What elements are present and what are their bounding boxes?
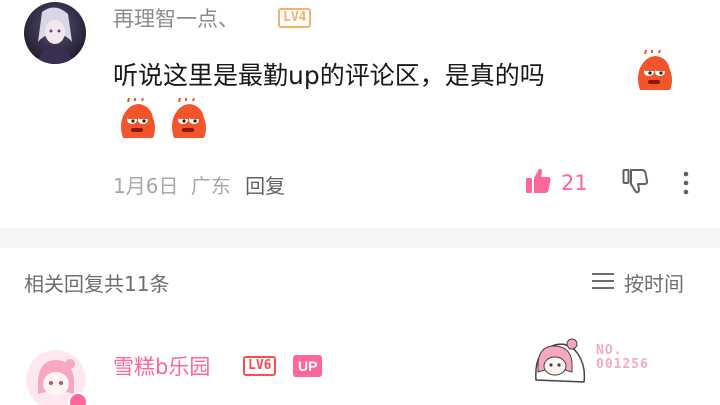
comment-meta: 1月6日 广东 回复 <box>113 170 285 199</box>
sort-by-time-button[interactable]: 按时间 <box>592 268 684 297</box>
reply-button[interactable]: 回复 <box>245 174 285 198</box>
thumbs-up-icon <box>523 166 553 200</box>
sticker-emoji <box>115 97 159 142</box>
like-count: 21 <box>561 171 588 195</box>
sticker-emoji <box>166 97 210 142</box>
like-button[interactable]: 21 <box>523 166 588 200</box>
more-options-icon[interactable] <box>680 170 692 200</box>
fan-number: NO. 001256 <box>596 344 649 372</box>
sticker-emoji <box>632 49 676 94</box>
thumbs-down-icon[interactable] <box>620 166 650 200</box>
replies-count-header: 相关回复共11条 <box>24 272 170 296</box>
level-badge: LV4 <box>278 8 312 28</box>
comment-location: 广东 <box>190 174 231 198</box>
fan-medal-image <box>528 332 598 392</box>
reply-username[interactable]: 雪糕b乐园 <box>113 351 210 381</box>
comment-text: 听说这里是最勤up的评论区，是真的吗 <box>113 61 545 90</box>
reply-avatar-badge <box>68 392 88 405</box>
sort-lines-icon <box>592 271 614 295</box>
fan-number-value: 001256 <box>596 357 649 372</box>
up-badge: UP <box>293 355 323 377</box>
sort-label: 按时间 <box>624 272 684 296</box>
fan-number-label: NO. <box>596 343 623 358</box>
level-badge: LV6 <box>243 356 277 376</box>
comment-username[interactable]: 再理智一点、 <box>113 3 239 33</box>
section-divider <box>0 228 720 248</box>
comment-author-avatar[interactable] <box>24 2 86 64</box>
comment-date: 1月6日 <box>113 174 179 198</box>
